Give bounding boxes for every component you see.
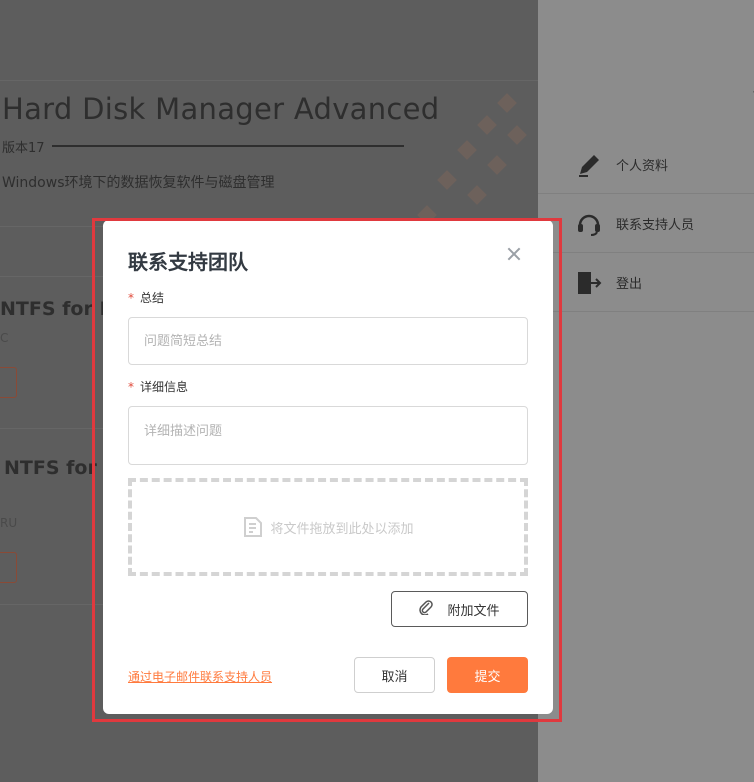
decorative-art (410, 88, 538, 238)
paperclip-icon (419, 599, 434, 619)
side-item-profile[interactable]: 个人资料 (538, 136, 754, 194)
close-icon[interactable] (505, 245, 523, 263)
details-label: * 详细信息 (128, 380, 189, 394)
product-description: Windows环境下的数据恢复软件与磁盘管理 (2, 175, 275, 191)
cancel-button[interactable]: 取消 (354, 657, 435, 693)
logout-icon (576, 270, 602, 296)
side-item-label: 登出 (616, 277, 643, 292)
attach-file-button[interactable]: 附加文件 (391, 591, 528, 627)
dropzone-text: 将文件拖放到此处以添加 (270, 521, 414, 537)
side-menu: ‹ 个人资料 联系支持人员 登出 (538, 0, 754, 782)
dialog-title: 联系支持团队 (128, 250, 248, 274)
side-item-label: 个人资料 (616, 159, 669, 174)
product-version: 版本17 (2, 141, 45, 156)
pen-icon (576, 152, 602, 178)
email-support-link[interactable]: 通过电子邮件联系支持人员 (128, 668, 272, 685)
side-item-logout[interactable]: 登出 (538, 254, 754, 312)
headset-icon (576, 211, 602, 237)
divider (52, 145, 404, 147)
product-sub: RU (0, 516, 18, 530)
product-button[interactable] (0, 367, 17, 398)
summary-label: * 总结 (128, 291, 165, 305)
contact-support-dialog: 联系支持团队 *总结 *详细信息 将文件拖放到此处以添加 附加文件 通过电子邮件… (103, 220, 553, 714)
file-drop-icon (242, 516, 264, 538)
required-marker: * (128, 380, 134, 394)
submit-button[interactable]: 提交 (447, 657, 528, 693)
side-item-label: 联系支持人员 (616, 218, 695, 233)
summary-input[interactable] (128, 317, 528, 365)
file-dropzone[interactable]: 将文件拖放到此处以添加 (128, 478, 528, 576)
product-sub: C (0, 331, 9, 345)
side-item-contact-support[interactable]: 联系支持人员 (538, 195, 754, 253)
product-title: Hard Disk Manager Advanced (2, 92, 440, 126)
attach-file-label: 附加文件 (447, 603, 500, 619)
details-textarea[interactable] (128, 406, 528, 465)
required-marker: * (128, 291, 134, 305)
product-button[interactable] (0, 552, 17, 583)
divider (0, 80, 538, 81)
